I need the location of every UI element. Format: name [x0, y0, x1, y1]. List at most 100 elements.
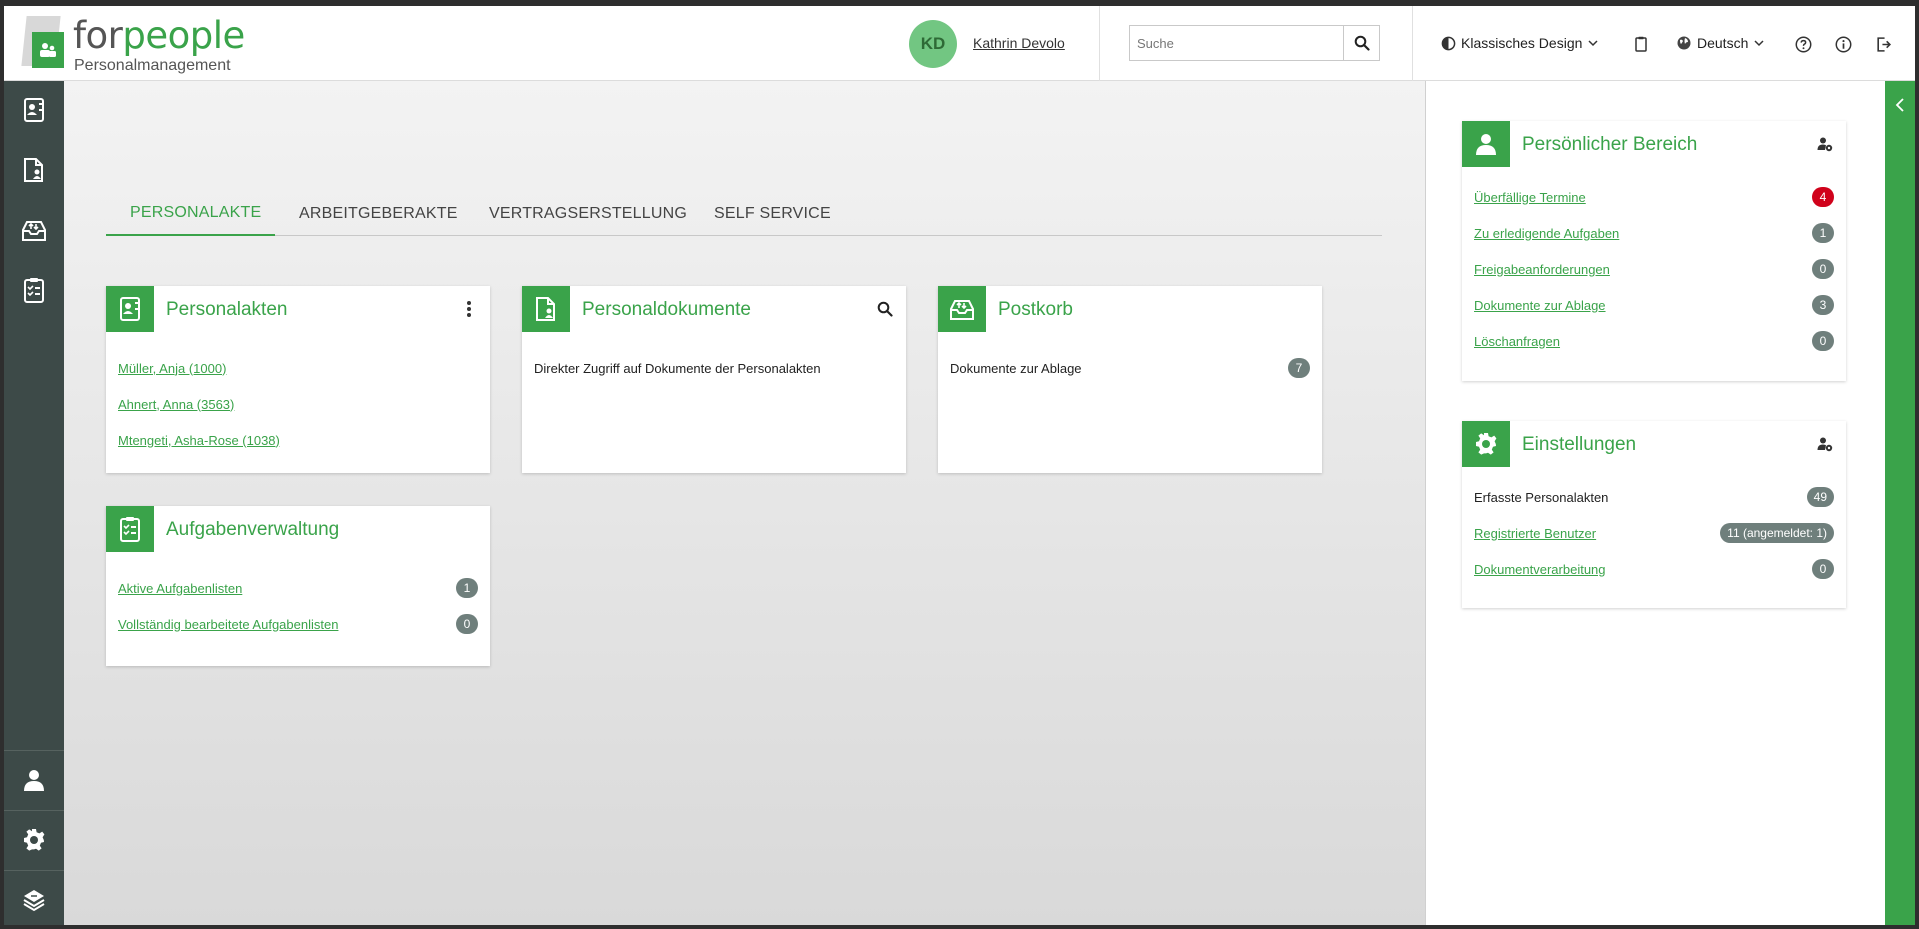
approval-requests-link[interactable]: Freigabeanforderungen: [1474, 262, 1610, 277]
tab-arbeitgeberakte[interactable]: ARBEITGEBERAKTE: [275, 191, 482, 236]
card-user-settings-button[interactable]: [1816, 135, 1834, 153]
count-badge: 11 (angemeldet: 1): [1720, 523, 1834, 543]
design-switcher[interactable]: Klassisches Design: [1441, 32, 1599, 54]
count-badge: 3: [1812, 295, 1834, 315]
logo-word-people: people: [122, 14, 245, 57]
card-title: Persönlicher Bereich: [1522, 134, 1698, 155]
list-item: Überfällige Termine 4: [1474, 179, 1834, 215]
card-icon: [1462, 121, 1510, 167]
person-icon: [24, 770, 44, 791]
sidebar-item-aufgaben[interactable]: [4, 261, 64, 319]
card-title: Einstellungen: [1522, 434, 1637, 455]
checklist-icon: [24, 278, 44, 303]
card-postkorb: Postkorb Dokumente zur Ablage 7: [938, 286, 1322, 473]
card-header: Persönlicher Bereich: [1462, 121, 1846, 167]
more-vertical-icon: [467, 301, 471, 317]
sidebar-item-personaldokumente[interactable]: [4, 141, 64, 199]
clipboard-button[interactable]: [1632, 35, 1650, 53]
collapse-panel-button[interactable]: [1885, 95, 1915, 115]
card-title: Postkorb: [998, 299, 1073, 320]
list-item: Dokumentverarbeitung 0: [1474, 551, 1834, 587]
document-processing-link[interactable]: Dokumentverarbeitung: [1474, 562, 1606, 577]
right-panel: Persönlicher Bereich Überfällige Termine…: [1426, 81, 1885, 925]
sidebar-item-postkorb[interactable]: [4, 201, 64, 259]
list-item: Müller, Anja (1000): [118, 350, 478, 386]
card-body: Erfasste Personalakten 49 Registrierte B…: [1462, 467, 1846, 587]
checklist-icon: [120, 517, 140, 542]
documents-to-file-link[interactable]: Dokumente zur Ablage: [1474, 298, 1606, 313]
user-settings-icon: [1817, 437, 1833, 452]
card-icon: [522, 286, 570, 332]
search-icon: [1354, 35, 1370, 51]
app-window: forpeople Personalmanagement KD Kathrin …: [4, 6, 1915, 925]
sidebar-item-layers[interactable]: [4, 871, 64, 925]
user-settings-icon: [1817, 137, 1833, 152]
personalakte-link[interactable]: Müller, Anja (1000): [118, 361, 226, 376]
tab-personalakte[interactable]: PERSONALAKTE: [106, 191, 275, 236]
card-description: Direkter Zugriff auf Dokumente der Perso…: [534, 360, 821, 376]
person-document-icon: [24, 158, 43, 182]
card-personaldokumente: Personaldokumente Direkter Zugriff auf D…: [522, 286, 906, 473]
sidebar-item-settings[interactable]: [4, 811, 64, 869]
count-badge: 0: [1812, 559, 1834, 579]
personalakte-link[interactable]: Mtengeti, Asha-Rose (1038): [118, 433, 280, 448]
logo-people-icon: [32, 32, 64, 68]
count-badge: 4: [1812, 187, 1834, 207]
tab-self-service[interactable]: SELF SERVICE: [690, 191, 855, 236]
search-input[interactable]: [1130, 26, 1340, 60]
card-menu-button[interactable]: [460, 300, 478, 318]
aufgaben-link[interactable]: Aktive Aufgabenlisten: [118, 581, 242, 596]
sidebar-item-personalakten[interactable]: [4, 81, 64, 139]
help-icon: [1795, 36, 1811, 52]
search-button[interactable]: [1343, 26, 1379, 60]
card-header: Postkorb: [938, 286, 1322, 332]
deletion-requests-link[interactable]: Löschanfragen: [1474, 334, 1560, 349]
card-icon: [106, 506, 154, 552]
language-switcher[interactable]: Deutsch: [1676, 32, 1765, 54]
help-button[interactable]: [1794, 35, 1812, 53]
person-icon: [1476, 134, 1496, 155]
chevron-left-icon: [1895, 98, 1904, 112]
contrast-icon: [1441, 36, 1456, 50]
header-divider: [1412, 6, 1413, 81]
card-body: Dokumente zur Ablage 7: [938, 332, 1322, 386]
search-icon: [877, 301, 893, 317]
inbox-icon: [950, 300, 974, 320]
right-collapse-bar[interactable]: [1885, 81, 1915, 925]
card-search-button[interactable]: [876, 300, 894, 318]
postkorb-label: Dokumente zur Ablage: [950, 360, 1082, 376]
search-box: [1129, 25, 1380, 61]
card-body: Aktive Aufgabenlisten 1 Vollständig bear…: [106, 552, 490, 642]
person-document-icon: [536, 297, 555, 321]
logout-button[interactable]: [1874, 35, 1892, 53]
list-item[interactable]: Dokumente zur Ablage 7: [950, 350, 1310, 386]
stack-icon: [23, 890, 45, 912]
forpeople-logo[interactable]: forpeople Personalmanagement: [20, 14, 250, 76]
logout-icon: [1876, 36, 1891, 52]
registered-users-link[interactable]: Registrierte Benutzer: [1474, 526, 1596, 541]
globe-icon: [1677, 36, 1691, 50]
card-icon: [106, 286, 154, 332]
personalakte-link[interactable]: Ahnert, Anna (3563): [118, 397, 234, 412]
card-user-settings-button[interactable]: [1816, 435, 1834, 453]
open-tasks-link[interactable]: Zu erledigende Aufgaben: [1474, 226, 1619, 241]
card-aufgabenverwaltung: Aufgabenverwaltung Aktive Aufgabenlisten…: [106, 506, 490, 666]
info-button[interactable]: [1834, 35, 1852, 53]
left-sidebar: [4, 81, 64, 925]
user-avatar[interactable]: KD: [909, 20, 957, 68]
aufgaben-link[interactable]: Vollständig bearbeitete Aufgabenlisten: [118, 617, 338, 632]
sidebar-item-profile[interactable]: [4, 751, 64, 809]
card-header: Personaldokumente: [522, 286, 906, 332]
card-einstellungen: Einstellungen Erfasste Personalakten 49 …: [1462, 421, 1846, 608]
overdue-appointments-link[interactable]: Überfällige Termine: [1474, 190, 1586, 205]
count-badge: 0: [456, 614, 478, 634]
list-item: Ahnert, Anna (3563): [118, 386, 478, 422]
card-header: Aufgabenverwaltung: [106, 506, 490, 552]
card-icon: [1462, 421, 1510, 467]
list-item: Vollständig bearbeitete Aufgabenlisten 0: [118, 606, 478, 642]
list-item: Mtengeti, Asha-Rose (1038): [118, 422, 478, 458]
tab-vertragserstellung[interactable]: VERTRAGSERSTELLUNG: [465, 191, 711, 236]
user-name-link[interactable]: Kathrin Devolo: [973, 35, 1065, 51]
list-item: Erfasste Personalakten 49: [1474, 479, 1834, 515]
count-badge: 0: [1812, 259, 1834, 279]
